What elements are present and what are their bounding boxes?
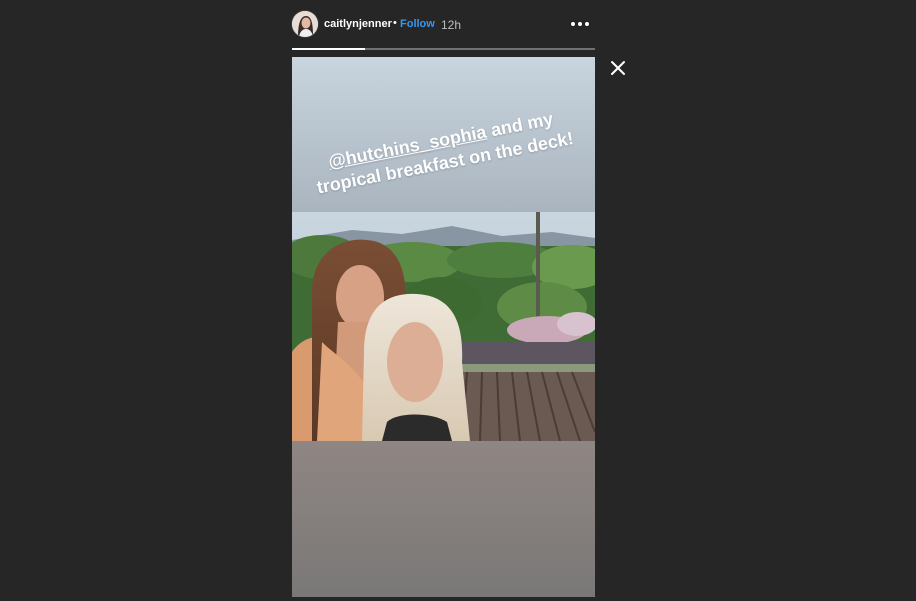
follow-button[interactable]: Follow — [400, 18, 435, 30]
avatar[interactable] — [292, 11, 318, 37]
separator-dot: • — [393, 17, 397, 29]
story-progress-fill — [292, 48, 365, 50]
story-progress-bar — [292, 48, 595, 50]
more-options-icon[interactable] — [568, 14, 592, 34]
story-header: caitlynjenner • Follow 12h — [292, 10, 595, 40]
story-photo — [292, 212, 595, 441]
story-media[interactable]: @hutchins_sophia and my tropical breakfa… — [292, 57, 595, 597]
story-timestamp: 12h — [441, 18, 462, 32]
close-icon[interactable] — [608, 58, 628, 78]
username-link[interactable]: caitlynjenner — [324, 18, 392, 30]
story-bottom-background — [292, 441, 595, 597]
story-viewer: caitlynjenner • Follow 12h @hutchins_sop… — [0, 0, 916, 601]
